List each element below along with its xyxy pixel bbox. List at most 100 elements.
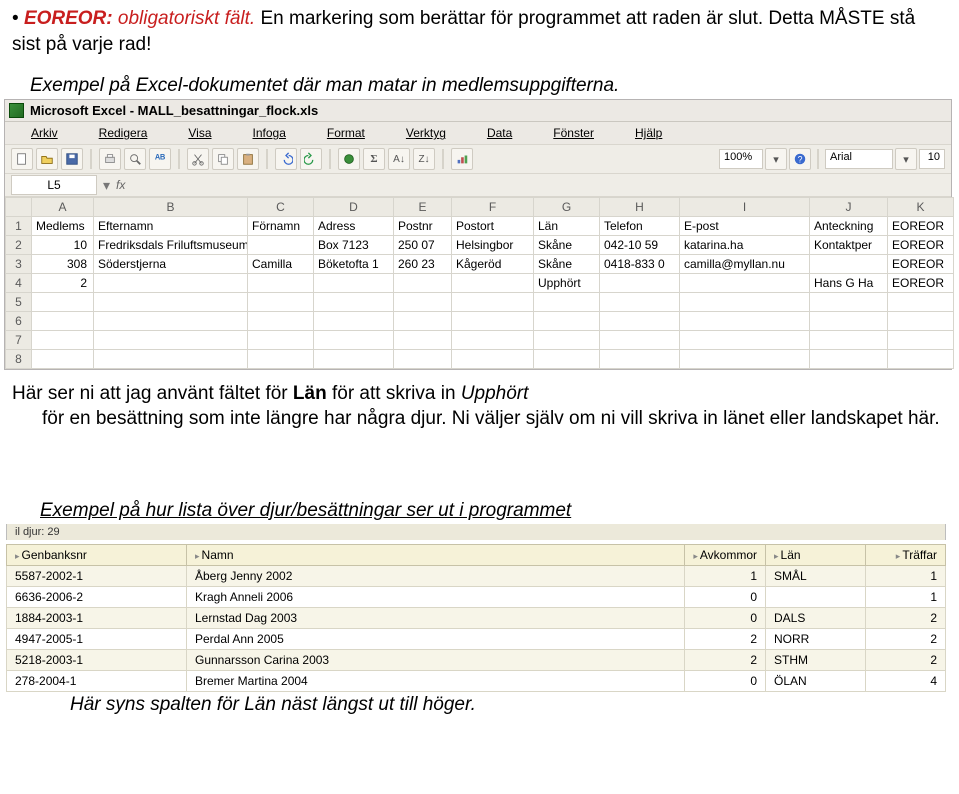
col-header[interactable]: D xyxy=(314,198,394,217)
menu-format[interactable]: Format xyxy=(307,124,385,142)
cell[interactable]: Hans G Ha xyxy=(810,274,888,293)
cell[interactable] xyxy=(248,350,314,369)
cell[interactable]: 0418-833 0 xyxy=(600,255,680,274)
cell[interactable]: Medlems xyxy=(32,217,94,236)
cell[interactable] xyxy=(600,350,680,369)
cell[interactable]: Fredriksdals Friluftsmuseum xyxy=(94,236,248,255)
cell[interactable] xyxy=(394,350,452,369)
sort-desc-button[interactable]: Z↓ xyxy=(413,148,435,170)
sort-asc-button[interactable]: A↓ xyxy=(388,148,410,170)
cell[interactable]: EOREOR xyxy=(888,255,954,274)
cell[interactable] xyxy=(32,331,94,350)
cell[interactable] xyxy=(314,312,394,331)
row-header[interactable]: 3 xyxy=(6,255,32,274)
cell[interactable]: Skåne xyxy=(534,255,600,274)
help-button[interactable]: ? xyxy=(789,148,811,170)
col-header[interactable]: J xyxy=(810,198,888,217)
new-doc-button[interactable] xyxy=(11,148,33,170)
cell[interactable] xyxy=(810,331,888,350)
cell[interactable] xyxy=(248,312,314,331)
list-row[interactable]: 1884-2003-1Lernstad Dag 20030DALS2 xyxy=(7,607,946,628)
cut-button[interactable] xyxy=(187,148,209,170)
cell[interactable] xyxy=(394,274,452,293)
cell[interactable]: 308 xyxy=(32,255,94,274)
col-header[interactable]: H xyxy=(600,198,680,217)
cell[interactable]: katarina.ha xyxy=(680,236,810,255)
col-header[interactable]: E xyxy=(394,198,452,217)
cell[interactable]: Postort xyxy=(452,217,534,236)
hyperlink-button[interactable] xyxy=(338,148,360,170)
cell[interactable] xyxy=(314,331,394,350)
cell[interactable] xyxy=(680,312,810,331)
cell[interactable] xyxy=(32,350,94,369)
zoom-dropdown[interactable]: ▾ xyxy=(765,148,787,170)
cell[interactable] xyxy=(888,350,954,369)
cell[interactable] xyxy=(534,350,600,369)
list-row[interactable]: 5587-2002-1Åberg Jenny 20021SMÅL1 xyxy=(7,565,946,586)
autosum-button[interactable]: Σ xyxy=(363,148,385,170)
cell[interactable] xyxy=(32,312,94,331)
cell[interactable] xyxy=(452,350,534,369)
cell[interactable] xyxy=(888,312,954,331)
cell[interactable]: Söderstjerna xyxy=(94,255,248,274)
cell[interactable] xyxy=(452,274,534,293)
undo-button[interactable] xyxy=(275,148,297,170)
row-header[interactable]: 8 xyxy=(6,350,32,369)
cell[interactable]: camilla@myllan.nu xyxy=(680,255,810,274)
cell[interactable] xyxy=(94,331,248,350)
col-header[interactable]: C xyxy=(248,198,314,217)
cell[interactable] xyxy=(394,293,452,312)
cell[interactable]: Telefon xyxy=(600,217,680,236)
cell[interactable] xyxy=(314,350,394,369)
cell[interactable] xyxy=(600,312,680,331)
col-header[interactable]: I xyxy=(680,198,810,217)
cell[interactable]: 260 23 xyxy=(394,255,452,274)
menu-infoga[interactable]: Infoga xyxy=(233,124,306,142)
cell[interactable] xyxy=(452,293,534,312)
cell[interactable] xyxy=(810,293,888,312)
col-avkommor[interactable]: ▸Avkommor xyxy=(685,544,766,565)
cell[interactable] xyxy=(600,331,680,350)
menu-hjalp[interactable]: Hjälp xyxy=(615,124,682,142)
cell[interactable]: Skåne xyxy=(534,236,600,255)
cell[interactable]: E-post xyxy=(680,217,810,236)
cell[interactable]: Efternamn xyxy=(94,217,248,236)
cell[interactable] xyxy=(94,274,248,293)
cell[interactable] xyxy=(248,274,314,293)
cell[interactable] xyxy=(810,255,888,274)
cell[interactable] xyxy=(248,236,314,255)
row-header[interactable]: 4 xyxy=(6,274,32,293)
cell[interactable]: Kontaktper xyxy=(810,236,888,255)
cell[interactable] xyxy=(680,293,810,312)
cell[interactable]: 042-10 59 xyxy=(600,236,680,255)
cell[interactable] xyxy=(248,293,314,312)
cell[interactable]: Anteckning xyxy=(810,217,888,236)
spellcheck-button[interactable]: ᴬᴮ xyxy=(149,148,171,170)
cell[interactable] xyxy=(534,331,600,350)
cell[interactable] xyxy=(810,312,888,331)
cell[interactable] xyxy=(810,350,888,369)
cell[interactable]: 250 07 xyxy=(394,236,452,255)
cell[interactable] xyxy=(394,331,452,350)
cell[interactable]: EOREOR xyxy=(888,274,954,293)
cell[interactable]: Upphört xyxy=(534,274,600,293)
cell[interactable]: EOREOR xyxy=(888,217,954,236)
cell[interactable] xyxy=(680,331,810,350)
cell[interactable] xyxy=(314,293,394,312)
chart-button[interactable] xyxy=(451,148,473,170)
cell[interactable] xyxy=(534,293,600,312)
menu-arkiv[interactable]: Arkiv xyxy=(11,124,78,142)
cell[interactable]: Kågeröd xyxy=(452,255,534,274)
cell[interactable]: EOREOR xyxy=(888,236,954,255)
cell[interactable] xyxy=(452,331,534,350)
menu-verktyg[interactable]: Verktyg xyxy=(386,124,466,142)
cell[interactable] xyxy=(680,350,810,369)
cell[interactable]: Helsingbor xyxy=(452,236,534,255)
cell[interactable] xyxy=(600,274,680,293)
cell[interactable] xyxy=(534,312,600,331)
cell[interactable]: Förnamn xyxy=(248,217,314,236)
col-lan[interactable]: ▸Län xyxy=(766,544,866,565)
cell[interactable]: Län xyxy=(534,217,600,236)
menu-data[interactable]: Data xyxy=(467,124,532,142)
zoom-input[interactable]: 100% xyxy=(719,149,763,169)
